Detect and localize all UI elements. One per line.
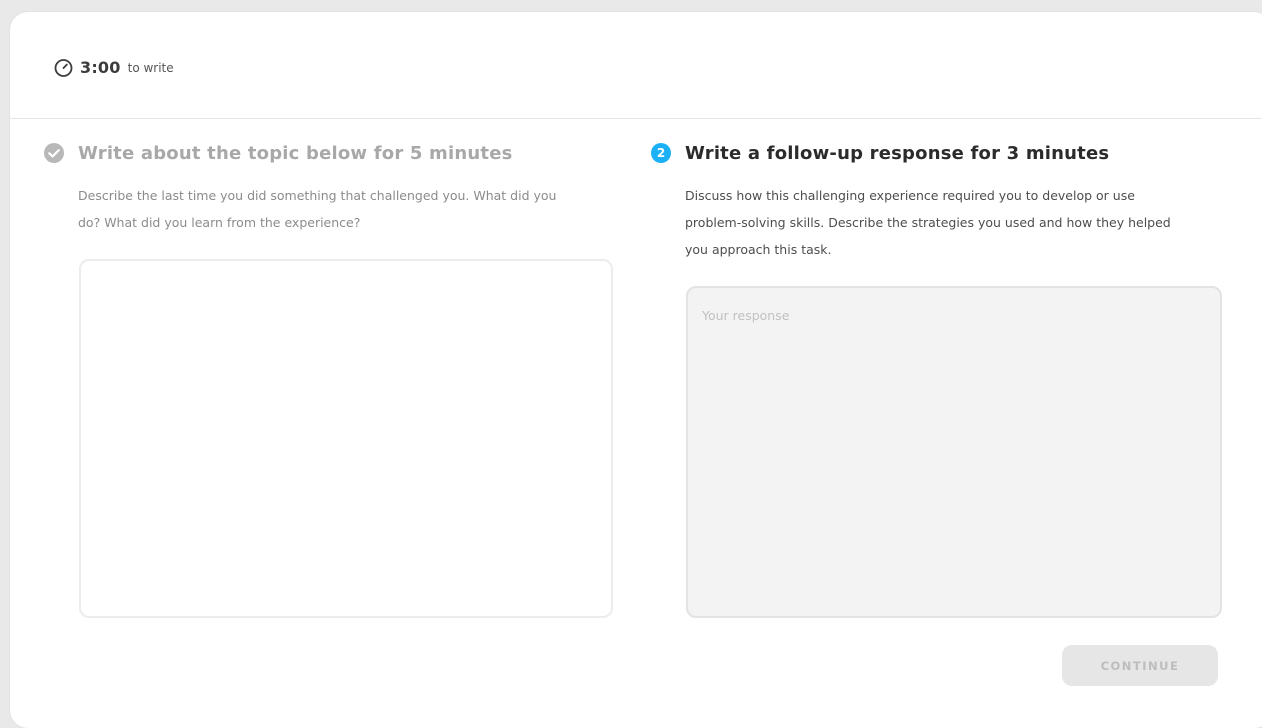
check-circle-icon xyxy=(43,142,65,164)
response-field-container xyxy=(686,286,1222,618)
response-textarea[interactable] xyxy=(688,288,1220,616)
step-2-prompt: Discuss how this challenging experience … xyxy=(685,188,1171,257)
continue-button[interactable]: CONTINUE xyxy=(1062,645,1218,686)
timer-time: 3:00 xyxy=(80,58,121,77)
timer-label: to write xyxy=(127,60,174,75)
step-2-panel: 2 Write a follow-up response for 3 minut… xyxy=(650,139,1190,263)
timer: 3:00 to write xyxy=(53,57,174,78)
step-2-number: 2 xyxy=(657,146,665,160)
step-1-response-box xyxy=(79,259,613,618)
step-2-header: 2 Write a follow-up response for 3 minut… xyxy=(650,139,1190,167)
step-number-icon: 2 xyxy=(650,142,672,164)
step-2-title: Write a follow-up response for 3 minutes xyxy=(685,142,1110,164)
step-1-title: Write about the topic below for 5 minute… xyxy=(78,142,513,164)
stopwatch-icon xyxy=(53,57,74,78)
timer-bar: 3:00 to write xyxy=(10,12,1262,119)
step-1-header: Write about the topic below for 5 minute… xyxy=(43,139,583,167)
step-1-panel: Write about the topic below for 5 minute… xyxy=(43,139,583,236)
step-1-prompt: Describe the last time you did something… xyxy=(78,188,557,230)
